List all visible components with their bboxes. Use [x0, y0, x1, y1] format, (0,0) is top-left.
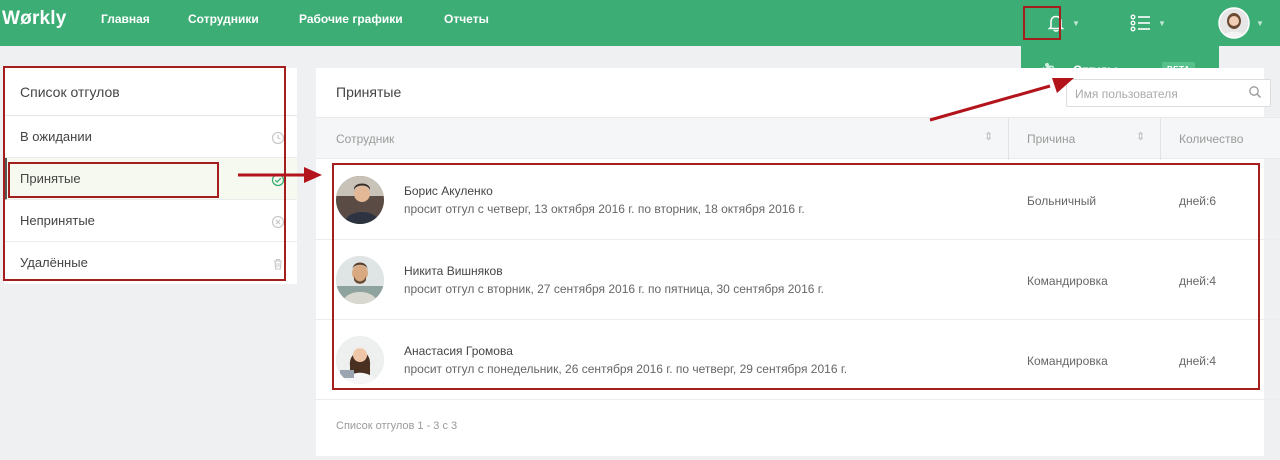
page: Wørkly Главная Сотрудники Рабочие график…: [0, 0, 1280, 460]
annotation-arrows: [238, 78, 1074, 183]
arrowhead-icon: [1052, 78, 1074, 93]
arrow-to-dropdown: [929, 84, 1051, 122]
arrowhead-icon: [304, 167, 322, 183]
